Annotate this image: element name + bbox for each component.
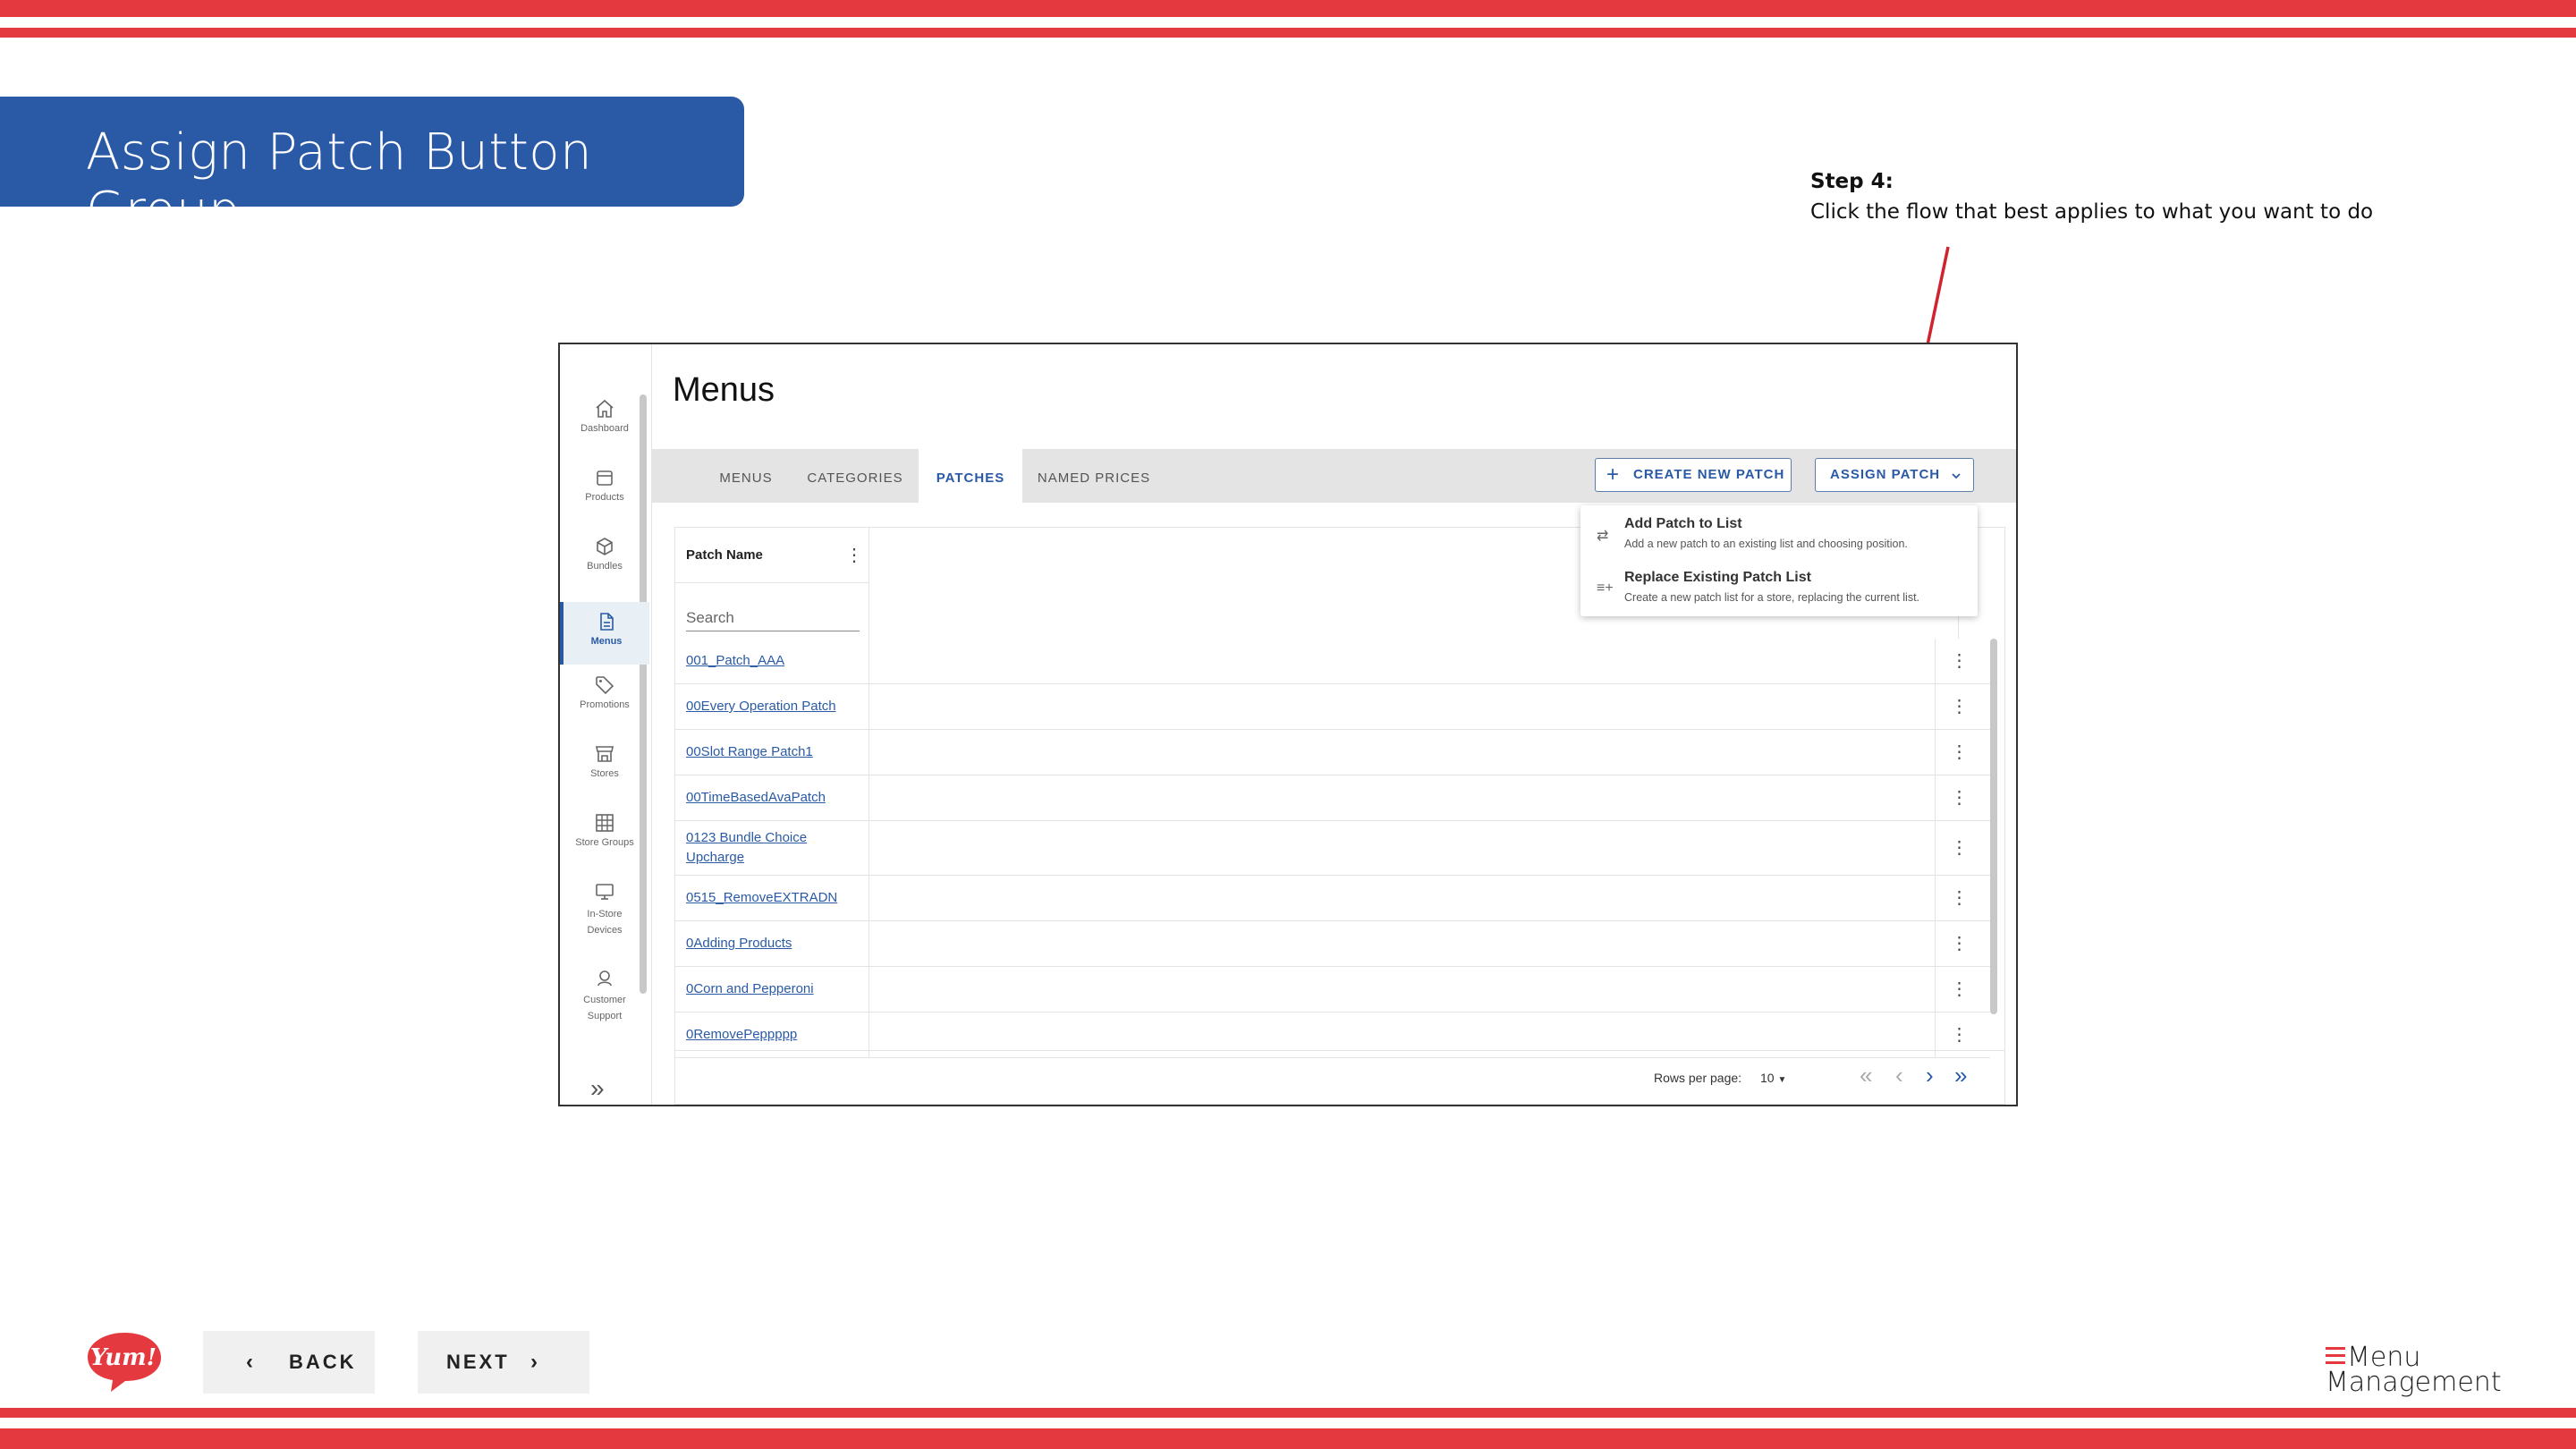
- svg-text:Yum!: Yum!: [90, 1344, 157, 1371]
- back-button[interactable]: ‹ BACK: [203, 1331, 375, 1394]
- rows-per-page-label: Rows per page:: [1654, 1071, 1742, 1085]
- patch-link[interactable]: 0RemovePeppppp: [686, 1025, 797, 1045]
- tab-bar: MENUS CATEGORIES PATCHES NAMED PRICES + …: [652, 449, 2016, 503]
- bottom-stripe-1: [0, 1408, 2576, 1418]
- row-menu-icon[interactable]: ⋮: [1935, 967, 1983, 1012]
- grid-icon: [596, 814, 614, 832]
- store-icon: [596, 746, 614, 762]
- table-row[interactable]: 0123 Bundle Choice Upcharge ⋮: [675, 821, 1990, 876]
- patch-link[interactable]: 0Adding Products: [686, 934, 792, 953]
- assign-patch-menu: ⇄ Add Patch to List Add a new patch to a…: [1580, 505, 1978, 616]
- yum-logo: Yum!: [88, 1333, 161, 1392]
- row-menu-icon[interactable]: ⋮: [1935, 684, 1983, 729]
- table-row[interactable]: 0515_RemoveEXTRADN ⋮: [675, 876, 1990, 921]
- patch-link[interactable]: 0123 Bundle Choice Upcharge: [686, 828, 829, 868]
- headset-icon: [597, 970, 612, 987]
- plus-icon: +: [1606, 462, 1621, 487]
- next-button[interactable]: NEXT ›: [418, 1331, 589, 1394]
- patch-link[interactable]: 001_Patch_AAA: [686, 651, 784, 671]
- menu-bars-icon: [2326, 1347, 2345, 1368]
- sidebar-item-products[interactable]: Products: [560, 467, 649, 503]
- sidebar-item-menus[interactable]: Menus: [560, 602, 649, 665]
- previous-page-icon[interactable]: ‹: [1895, 1062, 1903, 1089]
- cube-icon: [597, 538, 613, 555]
- playlist-add-icon: ≡+: [1597, 580, 1614, 596]
- patch-link[interactable]: 00TimeBasedAvaPatch: [686, 788, 826, 808]
- document-icon: [600, 613, 614, 631]
- monitor-icon: [596, 884, 614, 900]
- expand-sidebar-icon[interactable]: »: [590, 1074, 605, 1103]
- menu-item-add-patch-to-list[interactable]: ⇄ Add Patch to List Add a new patch to a…: [1580, 509, 1978, 561]
- patch-link[interactable]: 0Corn and Pepperoni: [686, 979, 814, 999]
- row-menu-icon[interactable]: ⋮: [1935, 921, 1983, 966]
- caret-down-icon: ▼: [1777, 1075, 1787, 1085]
- next-page-icon[interactable]: ›: [1926, 1062, 1934, 1089]
- app-window: Dashboard Products Bundles Menus Promoti…: [558, 343, 2018, 1106]
- home-icon: [596, 399, 614, 418]
- first-page-icon[interactable]: «: [1860, 1062, 1872, 1089]
- table-row[interactable]: 0Adding Products ⋮: [675, 921, 1990, 967]
- column-header-patch-name: Patch Name ⋮: [675, 528, 869, 583]
- table-row[interactable]: 00Every Operation Patch ⋮: [675, 684, 1990, 730]
- sidebar-item-customer-support[interactable]: Customer Support: [560, 967, 649, 1024]
- bottom-stripe-2: [0, 1428, 2576, 1449]
- tab-categories[interactable]: CATEGORIES: [797, 449, 913, 503]
- sidebar-item-bundles[interactable]: Bundles: [560, 536, 649, 572]
- table-scrollbar[interactable]: [1990, 639, 1997, 1014]
- table-row[interactable]: 0Corn and Pepperoni ⋮: [675, 967, 1990, 1013]
- box-icon: [597, 470, 613, 486]
- tab-named-prices[interactable]: NAMED PRICES: [1031, 449, 1157, 503]
- table-pagination: Rows per page: 10 ▼ « ‹ › »: [675, 1050, 2004, 1104]
- row-menu-icon[interactable]: ⋮: [1935, 821, 1983, 875]
- row-menu-icon[interactable]: ⋮: [1935, 876, 1983, 920]
- sidebar-item-in-store-devices[interactable]: In-Store Devices: [560, 881, 649, 938]
- row-menu-icon[interactable]: ⋮: [1935, 639, 1983, 683]
- sidebar-item-stores[interactable]: Stores: [560, 743, 649, 779]
- patch-link[interactable]: 00Slot Range Patch1: [686, 742, 813, 762]
- table-row[interactable]: 00Slot Range Patch1 ⋮: [675, 730, 1990, 775]
- menu-item-replace-existing-patch-list[interactable]: ≡+ Replace Existing Patch List Create a …: [1580, 563, 1978, 614]
- tab-menus[interactable]: MENUS: [706, 449, 786, 503]
- chevron-right-icon: ›: [530, 1350, 540, 1374]
- tag-icon: [596, 676, 614, 695]
- search-input[interactable]: [686, 605, 860, 631]
- table-row[interactable]: 00TimeBasedAvaPatch ⋮: [675, 775, 1990, 821]
- chevron-down-icon: [1952, 473, 1961, 479]
- rows-per-page-select[interactable]: 10 ▼: [1760, 1071, 1786, 1085]
- row-menu-icon[interactable]: ⋮: [1935, 775, 1983, 820]
- patch-link[interactable]: 0515_RemoveEXTRADN: [686, 888, 837, 908]
- chevron-left-icon: ‹: [246, 1350, 256, 1374]
- swap-icon: ⇄: [1597, 529, 1609, 544]
- sidebar: Dashboard Products Bundles Menus Promoti…: [560, 344, 652, 1105]
- sidebar-item-dashboard[interactable]: Dashboard: [560, 398, 649, 434]
- column-menu-icon[interactable]: ⋮: [845, 544, 863, 566]
- sidebar-item-store-groups[interactable]: Store Groups: [560, 812, 649, 848]
- patch-link[interactable]: 00Every Operation Patch: [686, 697, 836, 716]
- row-menu-icon[interactable]: ⋮: [1935, 730, 1983, 775]
- last-page-icon[interactable]: »: [1954, 1062, 1967, 1089]
- search-cell: [675, 583, 869, 639]
- table-row[interactable]: 001_Patch_AAA ⋮: [675, 639, 1990, 684]
- assign-patch-button[interactable]: ASSIGN PATCH: [1815, 458, 1974, 492]
- page-title: Menus: [673, 371, 775, 409]
- sidebar-item-promotions[interactable]: Promotions: [560, 674, 649, 710]
- create-new-patch-button[interactable]: + CREATE NEW PATCH: [1595, 458, 1792, 492]
- tab-patches[interactable]: PATCHES: [919, 449, 1022, 503]
